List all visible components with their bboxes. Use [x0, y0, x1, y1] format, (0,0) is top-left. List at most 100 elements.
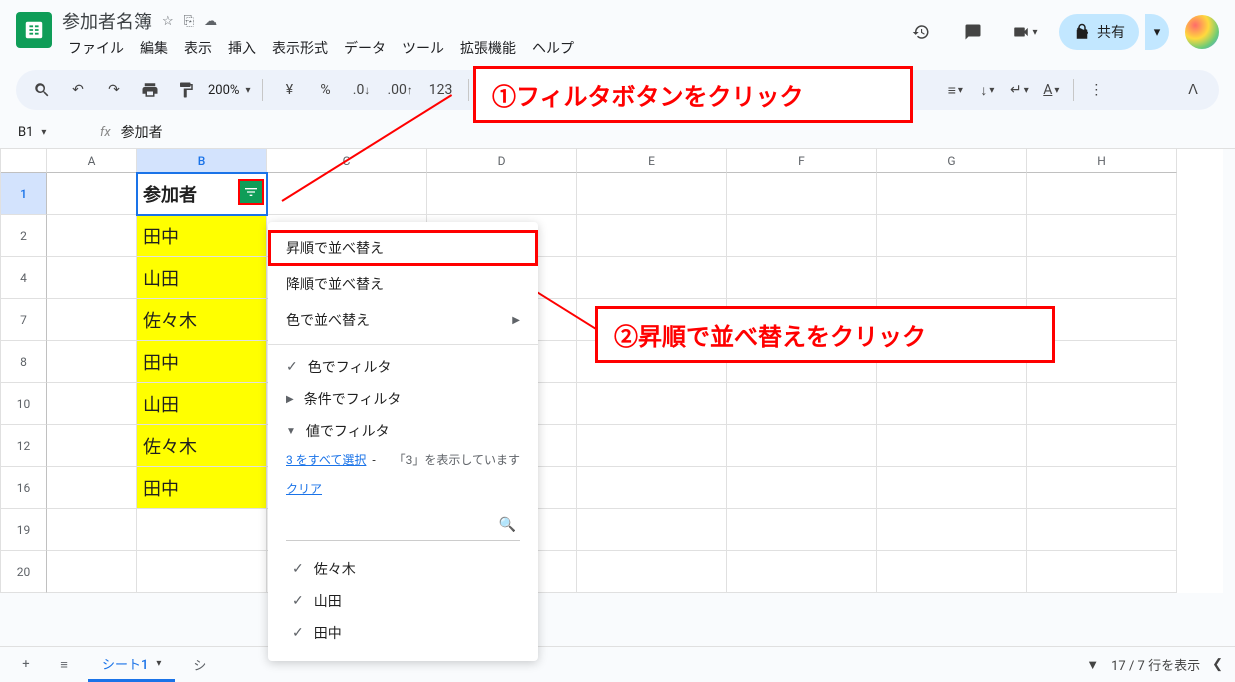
clear-link[interactable]: クリア [286, 480, 322, 497]
row-header[interactable]: 20 [1, 551, 47, 593]
sheet-tab-partial[interactable]: シ [185, 649, 214, 680]
col-header-a[interactable]: A [47, 149, 137, 173]
fx-icon[interactable]: fx [100, 125, 111, 140]
inc-decimal-button[interactable]: .00↑ [383, 76, 416, 104]
cell[interactable] [727, 425, 877, 467]
menu-edit[interactable]: 編集 [134, 36, 174, 60]
row-header[interactable]: 16 [1, 467, 47, 509]
cell[interactable] [47, 299, 137, 341]
cell[interactable] [727, 509, 877, 551]
dec-decimal-button[interactable]: .0↓ [347, 76, 375, 104]
cell[interactable] [727, 257, 877, 299]
comment-icon[interactable] [955, 14, 991, 50]
cell[interactable] [47, 551, 137, 593]
cell[interactable] [137, 551, 267, 593]
cell[interactable] [577, 173, 727, 215]
col-header-e[interactable]: E [577, 149, 727, 173]
cell[interactable]: 佐々木 [137, 299, 267, 341]
move-icon[interactable]: ⎘ [184, 14, 194, 29]
cell[interactable] [877, 215, 1027, 257]
filter-color-item[interactable]: ✓色でフィルタ [268, 351, 538, 383]
currency-button[interactable]: ¥ [275, 76, 303, 104]
doc-title[interactable]: 参加者名簿 [62, 8, 152, 34]
sort-color-item[interactable]: 色で並べ替え▶ [268, 302, 538, 338]
cell[interactable] [577, 467, 727, 509]
cell[interactable] [1027, 215, 1177, 257]
cell[interactable] [727, 215, 877, 257]
filter-value-option[interactable]: ✓田中 [286, 617, 520, 649]
all-sheets-button[interactable]: ≡ [50, 651, 78, 679]
menu-file[interactable]: ファイル [62, 36, 130, 60]
cell[interactable] [1027, 257, 1177, 299]
avatar[interactable] [1185, 15, 1219, 49]
menu-extensions[interactable]: 拡張機能 [454, 36, 522, 60]
cell[interactable] [577, 215, 727, 257]
cell[interactable] [427, 173, 577, 215]
meet-icon[interactable]: ▾ [1007, 14, 1043, 50]
percent-button[interactable]: % [311, 76, 339, 104]
col-header-b[interactable]: B [137, 149, 267, 173]
cell[interactable] [577, 383, 727, 425]
paint-format-icon[interactable] [172, 76, 200, 104]
cell[interactable] [877, 173, 1027, 215]
name-box[interactable]: B1 ▾ [10, 125, 90, 140]
row-header[interactable]: 4 [1, 257, 47, 299]
align-button[interactable]: ≡▾ [941, 76, 969, 104]
cell[interactable]: 参加者 [137, 173, 267, 215]
text-color-button[interactable]: A▾ [1037, 76, 1065, 104]
cell[interactable] [47, 215, 137, 257]
cell[interactable] [1027, 551, 1177, 593]
add-sheet-button[interactable]: + [12, 651, 40, 679]
cloud-icon[interactable]: ☁ [204, 14, 217, 29]
menu-format[interactable]: 表示形式 [266, 36, 334, 60]
star-icon[interactable]: ☆ [162, 14, 174, 29]
formula-text[interactable]: 参加者 [121, 122, 163, 142]
cell[interactable] [877, 551, 1027, 593]
select-all-corner[interactable] [1, 149, 47, 173]
cell[interactable]: 田中 [137, 341, 267, 383]
cell[interactable] [877, 383, 1027, 425]
cell[interactable] [47, 509, 137, 551]
spreadsheet-grid[interactable]: A B C D E F G H 1参加者2田中4山田7佐々木8田中10山田12佐… [0, 149, 1223, 593]
cell[interactable] [1027, 383, 1177, 425]
sort-asc-item[interactable]: 昇順で並べ替え [268, 230, 538, 266]
select-all-link[interactable]: 3 をすべて選択 [286, 451, 366, 468]
collapse-toolbar-icon[interactable]: ᐱ [1179, 76, 1207, 104]
menu-help[interactable]: ヘルプ [526, 36, 580, 60]
valign-button[interactable]: ↓▾ [973, 76, 1001, 104]
sheet-tab-1[interactable]: シート1▾ [88, 648, 175, 682]
filter-search-input[interactable] [286, 513, 520, 541]
cell[interactable]: 佐々木 [137, 425, 267, 467]
cell[interactable] [47, 257, 137, 299]
cell[interactable] [877, 509, 1027, 551]
wrap-button[interactable]: ↵▾ [1005, 76, 1033, 104]
cell[interactable]: 山田 [137, 383, 267, 425]
row-header[interactable]: 12 [1, 425, 47, 467]
cell[interactable] [727, 551, 877, 593]
cell[interactable] [577, 551, 727, 593]
history-icon[interactable] [903, 14, 939, 50]
cell[interactable] [577, 425, 727, 467]
row-header[interactable]: 10 [1, 383, 47, 425]
row-header[interactable]: 7 [1, 299, 47, 341]
share-dropdown[interactable]: ▾ [1145, 14, 1169, 50]
cell[interactable] [877, 467, 1027, 509]
redo-icon[interactable]: ↷ [100, 76, 128, 104]
row-header[interactable]: 8 [1, 341, 47, 383]
cell[interactable] [1027, 425, 1177, 467]
cell[interactable] [47, 173, 137, 215]
cell[interactable] [727, 383, 877, 425]
cell[interactable]: 山田 [137, 257, 267, 299]
cell[interactable] [877, 257, 1027, 299]
filter-value-option[interactable]: ✓佐々木 [286, 553, 520, 585]
cell[interactable] [1027, 509, 1177, 551]
menu-data[interactable]: データ [338, 36, 392, 60]
row-header[interactable]: 1 [1, 173, 47, 215]
zoom-select[interactable]: 200%▾ [208, 83, 250, 98]
search-icon[interactable] [28, 76, 56, 104]
menu-tools[interactable]: ツール [396, 36, 450, 60]
cell[interactable] [1027, 173, 1177, 215]
cell[interactable] [727, 467, 877, 509]
explore-collapse-icon[interactable]: ❮ [1212, 657, 1223, 672]
cell[interactable] [47, 341, 137, 383]
